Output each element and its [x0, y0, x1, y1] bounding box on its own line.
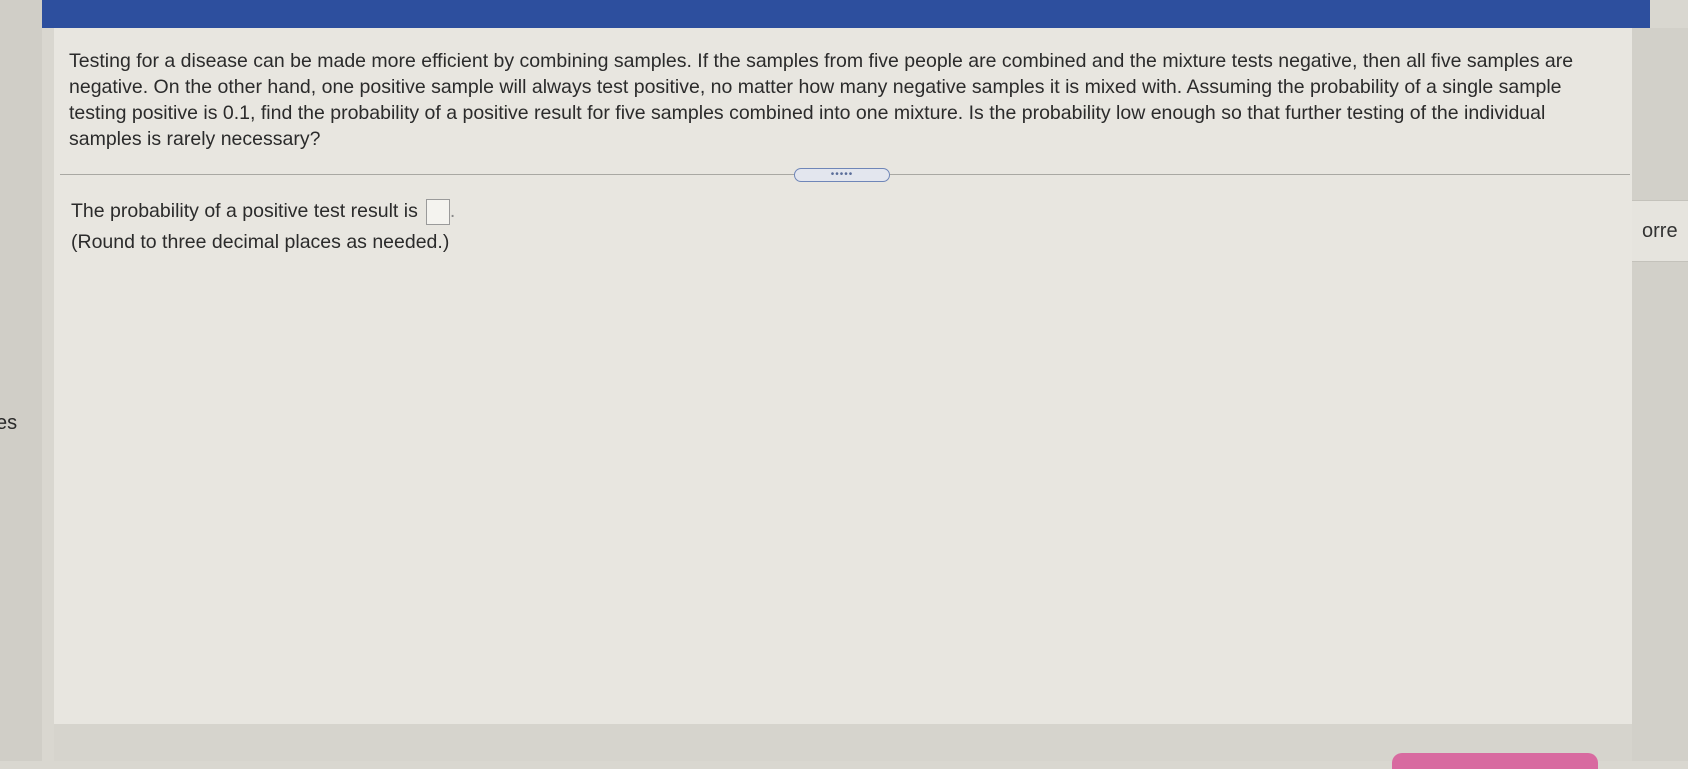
- bottom-action-button[interactable]: [1392, 753, 1598, 769]
- answer-prompt: The probability of a positive test resul…: [71, 200, 418, 222]
- right-background: [1632, 28, 1688, 761]
- answer-line: The probability of a positive test resul…: [71, 198, 455, 225]
- left-background: [0, 0, 42, 761]
- header-bar: [42, 0, 1650, 28]
- right-edge-text: orre: [1642, 220, 1678, 242]
- left-edge-text: es: [0, 412, 18, 434]
- answer-input[interactable]: [425, 198, 450, 225]
- answer-period: .: [449, 200, 456, 222]
- rounding-hint: (Round to three decimal places as needed…: [71, 231, 450, 253]
- expand-handle-button[interactable]: •••••: [794, 168, 890, 182]
- question-text: Testing for a disease can be made more e…: [69, 50, 1574, 150]
